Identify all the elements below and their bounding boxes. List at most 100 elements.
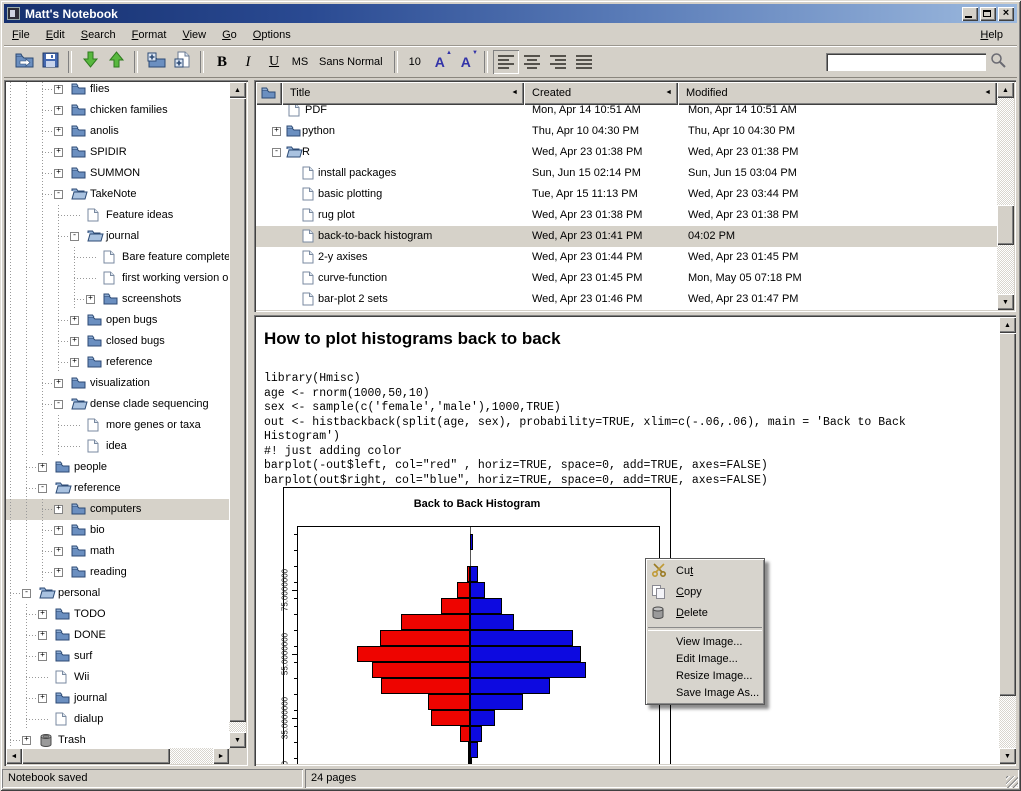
- monospace-button[interactable]: MS: [287, 50, 313, 74]
- collapse-icon[interactable]: -: [54, 400, 63, 409]
- align-left-button[interactable]: [493, 50, 519, 74]
- tree-item-journal[interactable]: -journal: [6, 226, 229, 247]
- scroll-down-button[interactable]: ▼: [997, 294, 1014, 310]
- tree-item-dense-clade-sequencing[interactable]: -dense clade sequencing: [6, 394, 229, 415]
- align-right-button[interactable]: [545, 50, 571, 74]
- tree-vertical-scrollbar[interactable]: ▲▼: [229, 82, 246, 748]
- go-down-button[interactable]: [77, 50, 103, 74]
- title-bar[interactable]: Matt's Notebook ×: [4, 4, 1017, 23]
- tree-item-trash[interactable]: +Trash: [6, 730, 229, 748]
- open-notebook-button[interactable]: [11, 50, 37, 74]
- tree-item-todo[interactable]: +TODO: [6, 604, 229, 625]
- tree-item-reference[interactable]: +reference: [6, 352, 229, 373]
- expand-icon[interactable]: +: [86, 295, 95, 304]
- italic-button[interactable]: I: [235, 50, 261, 74]
- menu-item-view[interactable]: View: [174, 26, 214, 44]
- list-row-back-to-back-histogram[interactable]: back-to-back histogramWed, Apr 23 01:41 …: [256, 226, 997, 247]
- minimize-button[interactable]: [962, 7, 978, 21]
- tree-item-surf[interactable]: +surf: [6, 646, 229, 667]
- context-menu-item-view-image[interactable]: View Image...: [646, 634, 764, 651]
- scroll-up-button[interactable]: ▲: [229, 82, 246, 98]
- increase-font-button[interactable]: A▲: [427, 50, 453, 74]
- tree-item-first-working-version-o[interactable]: first working version o: [6, 268, 229, 289]
- expand-icon[interactable]: +: [38, 463, 47, 472]
- list-row-bar-plot-2-sets[interactable]: bar-plot 2 setsWed, Apr 23 01:46 PMWed, …: [256, 289, 997, 310]
- scroll-up-button[interactable]: ▲: [999, 317, 1016, 333]
- expand-icon[interactable]: +: [38, 652, 47, 661]
- menu-item-search[interactable]: Search: [73, 26, 124, 44]
- tree-item-done[interactable]: +DONE: [6, 625, 229, 646]
- expand-icon[interactable]: +: [22, 736, 31, 745]
- tree-item-open-bugs[interactable]: +open bugs: [6, 310, 229, 331]
- menu-item-help[interactable]: Help: [972, 26, 1017, 44]
- expand-icon[interactable]: +: [70, 358, 79, 367]
- scroll-right-button[interactable]: ►: [213, 748, 229, 764]
- collapse-icon[interactable]: -: [38, 484, 47, 493]
- menu-item-go[interactable]: Go: [214, 26, 245, 44]
- tree-item-idea[interactable]: idea: [6, 436, 229, 457]
- tree-item-chicken-families[interactable]: +chicken families: [6, 100, 229, 121]
- page-content[interactable]: How to plot histograms back to back libr…: [256, 317, 999, 764]
- font-name-selector[interactable]: Sans Normal: [313, 56, 389, 68]
- tree-item-dialup[interactable]: dialup: [6, 709, 229, 730]
- tree-item-computers[interactable]: +computers: [6, 499, 229, 520]
- expand-icon[interactable]: +: [54, 547, 63, 556]
- new-page-button[interactable]: [169, 50, 195, 74]
- column-header-icon[interactable]: [256, 82, 282, 105]
- tree-item-summon[interactable]: +SUMMON: [6, 163, 229, 184]
- maximize-button[interactable]: [980, 7, 996, 21]
- scroll-down-button[interactable]: ▼: [229, 732, 246, 748]
- tree-item-closed-bugs[interactable]: +closed bugs: [6, 331, 229, 352]
- bold-button[interactable]: B: [209, 50, 235, 74]
- expand-icon[interactable]: +: [54, 85, 63, 94]
- column-header-modified[interactable]: Modified◄: [678, 82, 997, 105]
- tree-item-bare-feature-complete[interactable]: Bare feature complete: [6, 247, 229, 268]
- tree-item-wii[interactable]: Wii: [6, 667, 229, 688]
- tree-item-reference[interactable]: -reference: [6, 478, 229, 499]
- scrollbar-thumb[interactable]: [22, 748, 170, 764]
- tree-item-reading[interactable]: +reading: [6, 562, 229, 583]
- collapse-icon[interactable]: -: [54, 190, 63, 199]
- tree-item-feature-ideas[interactable]: Feature ideas: [6, 205, 229, 226]
- list-row-basic-plotting[interactable]: basic plottingTue, Apr 15 11:13 PMWed, A…: [256, 184, 997, 205]
- expand-icon[interactable]: +: [70, 316, 79, 325]
- expand-icon[interactable]: +: [54, 568, 63, 577]
- tree-item-spidir[interactable]: +SPIDIR: [6, 142, 229, 163]
- context-menu-item-copy[interactable]: Copy: [646, 582, 764, 603]
- expand-icon[interactable]: +: [272, 127, 281, 136]
- decrease-font-button[interactable]: A▼: [453, 50, 479, 74]
- scrollbar-thumb[interactable]: [229, 98, 246, 722]
- tree-item-more-genes-or-taxa[interactable]: more genes or taxa: [6, 415, 229, 436]
- scroll-left-button[interactable]: ◄: [6, 748, 22, 764]
- underline-button[interactable]: U: [261, 50, 287, 74]
- expand-icon[interactable]: +: [54, 127, 63, 136]
- sort-indicator-icon[interactable]: ◄: [984, 89, 991, 96]
- scroll-up-button[interactable]: ▲: [997, 82, 1014, 98]
- align-justify-button[interactable]: [571, 50, 597, 74]
- menu-item-options[interactable]: Options: [245, 26, 299, 44]
- go-up-button[interactable]: [103, 50, 129, 74]
- scroll-down-button[interactable]: ▼: [999, 748, 1016, 764]
- context-menu-item-cut[interactable]: Cut: [646, 561, 764, 582]
- list-vertical-scrollbar[interactable]: ▲▼: [997, 82, 1014, 310]
- search-button[interactable]: [986, 50, 1010, 74]
- tree-item-flies[interactable]: +flies: [6, 82, 229, 100]
- histogram-image[interactable]: Back to Back Histogram 15.000000035.0000…: [283, 487, 671, 764]
- new-folder-button[interactable]: [143, 50, 169, 74]
- close-button[interactable]: ×: [998, 7, 1014, 21]
- context-menu-item-resize-image[interactable]: Resize Image...: [646, 668, 764, 685]
- font-size-selector[interactable]: 10: [403, 56, 427, 68]
- tree-item-people[interactable]: +people: [6, 457, 229, 478]
- list-row-rug-plot[interactable]: rug plotWed, Apr 23 01:38 PMWed, Apr 23 …: [256, 205, 997, 226]
- tree-item-screenshots[interactable]: +screenshots: [6, 289, 229, 310]
- expand-icon[interactable]: +: [54, 169, 63, 178]
- list-row-install-packages[interactable]: install packagesSun, Jun 15 02:14 PMSun,…: [256, 163, 997, 184]
- context-menu-item-delete[interactable]: Delete: [646, 603, 764, 624]
- list-row-python[interactable]: +pythonThu, Apr 10 04:30 PMThu, Apr 10 0…: [256, 121, 997, 142]
- list-row-curve-function[interactable]: curve-functionWed, Apr 23 01:45 PMMon, M…: [256, 268, 997, 289]
- search-input[interactable]: [826, 53, 986, 71]
- context-menu-item-edit-image[interactable]: Edit Image...: [646, 651, 764, 668]
- sort-indicator-icon[interactable]: ◄: [511, 89, 518, 96]
- resize-grip[interactable]: [1006, 776, 1018, 788]
- context-menu-item-save-image-as[interactable]: Save Image As...: [646, 685, 764, 702]
